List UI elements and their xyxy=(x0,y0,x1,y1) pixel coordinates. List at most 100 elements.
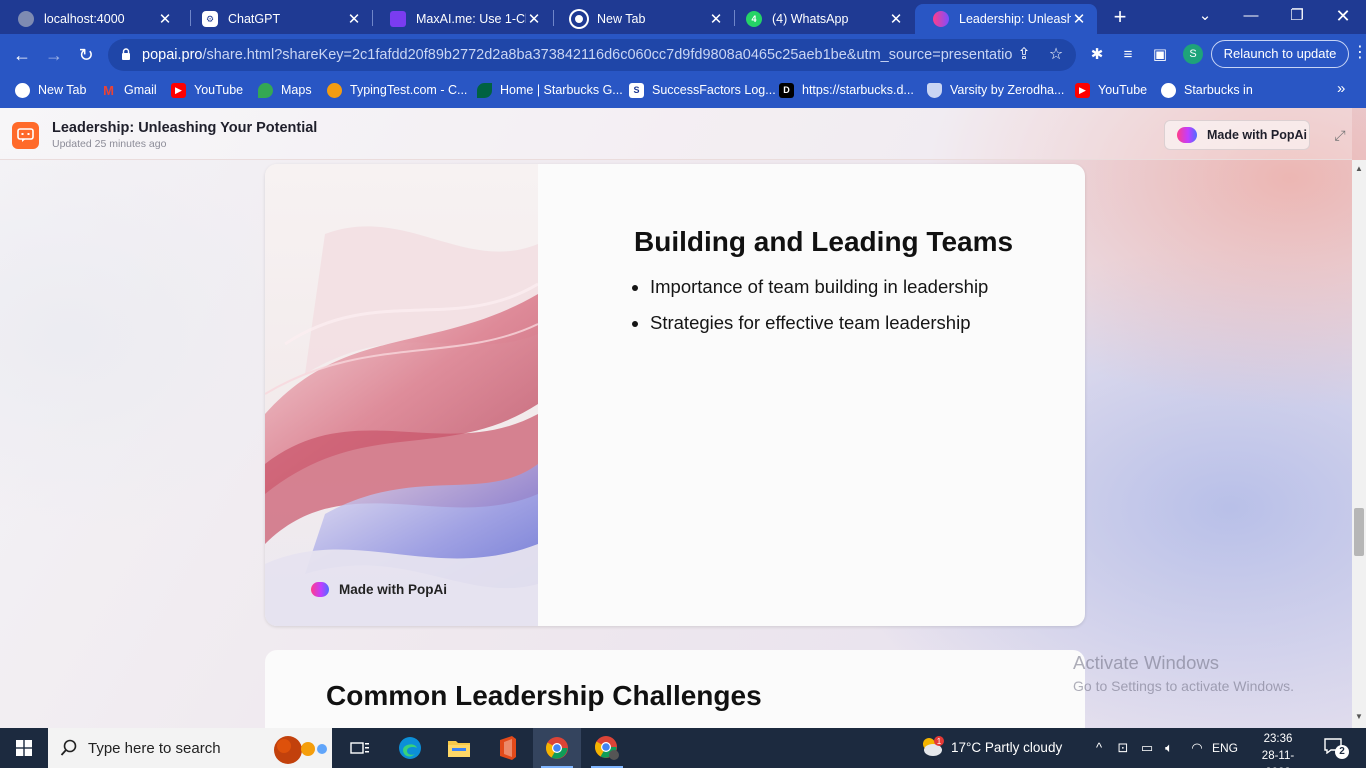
bookmark-starbucks-in[interactable]: Starbucks in xyxy=(1161,76,1253,104)
tab-leadership[interactable]: Leadership: Unleashin ✕ xyxy=(915,4,1097,34)
maps-icon xyxy=(258,82,273,98)
bookmark-youtube-2[interactable]: ▶ YouTube xyxy=(1075,76,1147,104)
menu-kebab-icon[interactable]: ⋮ xyxy=(1352,42,1366,62)
bookmark-varsity[interactable]: Varsity by Zerodha... xyxy=(927,76,1064,104)
successfactors-icon: S xyxy=(629,82,644,98)
profile-avatar[interactable]: S xyxy=(1183,44,1203,64)
bookmark-starbucks-home[interactable]: Home | Starbucks G... xyxy=(477,76,623,104)
weather-cloudy-icon[interactable]: 1 xyxy=(920,736,944,758)
wifi-icon[interactable]: ◠ xyxy=(1188,739,1206,757)
bullet-item: Strategies for effective team leadership xyxy=(650,312,988,334)
chevron-right-icon[interactable]: » xyxy=(1337,80,1345,97)
weather-text[interactable]: 17°C Partly cloudy xyxy=(951,728,1062,768)
volume-icon[interactable]: 🔈︎ xyxy=(1160,739,1178,757)
tab-new-tab[interactable]: New Tab ✕ xyxy=(553,4,734,34)
bookmark-youtube[interactable]: ▶ YouTube xyxy=(171,76,243,104)
bookmark-typingtest[interactable]: TypingTest.com - C... xyxy=(327,76,467,104)
popai-icon xyxy=(933,11,949,27)
made-with-popai-button[interactable]: Made with PopAi xyxy=(1164,120,1310,150)
meet-now-icon[interactable]: ⊡ xyxy=(1114,739,1132,757)
slide-decorative-image: Made with PopAi xyxy=(265,164,538,626)
starbucks-leaf-icon xyxy=(477,82,492,98)
window-close-icon[interactable]: ✕ xyxy=(1320,0,1366,34)
media-controls-icon[interactable]: ≡ xyxy=(1117,44,1139,66)
tab-chatgpt[interactable]: ⚙ ChatGPT ✕ xyxy=(184,4,372,34)
bookmark-gmail[interactable]: M Gmail xyxy=(101,76,157,104)
bookmark-maps[interactable]: Maps xyxy=(258,76,312,104)
close-icon[interactable]: ✕ xyxy=(708,10,724,28)
close-icon[interactable]: ✕ xyxy=(526,10,542,28)
bullet-item: Importance of team building in leadershi… xyxy=(650,276,988,298)
chevron-up-icon[interactable]: ^ xyxy=(1090,739,1108,757)
new-tab-button[interactable]: + xyxy=(1108,4,1132,30)
side-panel-icon[interactable]: ▣ xyxy=(1149,44,1171,66)
extensions-icon[interactable]: ✱ xyxy=(1086,44,1108,66)
tab-localhost[interactable]: localhost:4000 ✕ xyxy=(0,4,183,34)
gmail-icon: M xyxy=(103,82,114,98)
battery-icon[interactable]: ▭ xyxy=(1138,739,1156,757)
page-title: Leadership: Unleashing Your Potential xyxy=(52,120,318,136)
page-header: Leadership: Unleashing Your Potential Up… xyxy=(0,108,1352,160)
close-icon[interactable]: ✕ xyxy=(888,10,904,28)
chrome-icon[interactable] xyxy=(533,728,581,768)
scrollbar[interactable]: ▲ ▼ xyxy=(1352,160,1366,728)
close-icon[interactable]: ✕ xyxy=(346,10,362,28)
starbucks-icon xyxy=(1161,82,1176,98)
relaunch-button[interactable]: Relaunch to update xyxy=(1211,40,1349,68)
slide-title: Building and Leading Teams xyxy=(634,226,1014,257)
whatsapp-icon: 4 xyxy=(746,11,762,27)
scroll-down-icon[interactable]: ▼ xyxy=(1355,712,1363,721)
task-view-icon[interactable] xyxy=(336,728,384,768)
forward-arrow-icon[interactable]: → xyxy=(41,42,67,68)
edge-icon[interactable] xyxy=(386,728,434,768)
tab-maxai[interactable]: MaxAI.me: Use 1-Click ✕ xyxy=(372,4,552,34)
close-icon[interactable]: ✕ xyxy=(1071,10,1087,28)
close-icon[interactable]: ✕ xyxy=(157,10,173,28)
tab-strip: localhost:4000 ✕ ⚙ ChatGPT ✕ MaxAI.me: U… xyxy=(0,0,1366,34)
next-slide-card: Common Leadership Challenges xyxy=(265,650,1085,728)
file-explorer-icon[interactable] xyxy=(435,728,483,768)
page-viewport: Leadership: Unleashing Your Potential Up… xyxy=(0,108,1366,728)
shield-icon xyxy=(927,82,942,98)
globe-icon xyxy=(18,11,34,27)
youtube-icon: ▶ xyxy=(1075,82,1090,98)
browser-toolbar: ← → ↻ popai.pro/share.html?shareKey=2c1f… xyxy=(0,34,1366,76)
tab-search-icon[interactable]: ⌄ xyxy=(1182,0,1228,34)
bookmark-star-icon[interactable]: ☆ xyxy=(1046,45,1066,65)
fullscreen-expand-icon[interactable]: ⤢ xyxy=(1331,126,1349,144)
scrollbar-thumb[interactable] xyxy=(1354,507,1364,556)
scroll-up-icon[interactable]: ▲ xyxy=(1355,164,1363,173)
search-icon xyxy=(60,739,77,756)
windows-start-icon[interactable] xyxy=(0,728,48,768)
minimize-icon[interactable]: — xyxy=(1228,0,1274,34)
restore-icon[interactable]: ❐ xyxy=(1274,0,1320,34)
popai-icon xyxy=(1177,127,1197,143)
system-clock[interactable]: 23:36 28-11-2023 xyxy=(1252,731,1304,768)
d-icon: D xyxy=(779,82,794,98)
bookmark-starbucks-d[interactable]: Dhttps://starbucks.d... xyxy=(779,76,914,104)
tab-whatsapp[interactable]: 4 (4) WhatsApp ✕ xyxy=(728,4,914,34)
bookmark-successfactors[interactable]: S SuccessFactors Log... xyxy=(629,76,776,104)
made-with-popai-badge: Made with PopAi xyxy=(311,582,447,597)
bookmark-new-tab[interactable]: New Tab xyxy=(15,76,86,104)
url-text: popai.pro/share.html?shareKey=2c1fafdd20… xyxy=(142,47,1012,63)
bookmarks-bar: New Tab M Gmail ▶ YouTube Maps TypingTest.… xyxy=(0,76,1366,108)
chatgpt-icon: ⚙ xyxy=(202,11,218,27)
globe-icon xyxy=(15,82,30,98)
chrome-icon xyxy=(571,11,587,27)
activate-windows-watermark: Activate Windows Go to Settings to activ… xyxy=(1073,652,1294,694)
chrome-profile-icon[interactable] xyxy=(583,728,631,768)
back-arrow-icon[interactable]: ← xyxy=(9,42,35,68)
next-slide-title: Common Leadership Challenges xyxy=(326,680,762,711)
slide-bullet-list: Importance of team building in leadershi… xyxy=(650,276,988,348)
language-indicator[interactable]: ENG xyxy=(1212,728,1238,768)
share-icon[interactable]: ⇪ xyxy=(1014,45,1034,65)
updated-timestamp: Updated 25 minutes ago xyxy=(52,138,167,150)
notifications-icon[interactable]: 2 xyxy=(1324,738,1349,759)
reload-icon[interactable]: ↻ xyxy=(73,42,99,68)
windows-taskbar: Type here to search 1 17°C Partly cloudy… xyxy=(0,728,1366,768)
popai-logo-icon[interactable] xyxy=(12,122,39,149)
svg-text:1: 1 xyxy=(937,737,942,746)
address-bar[interactable]: popai.pro/share.html?shareKey=2c1fafdd20… xyxy=(108,39,1076,71)
office-icon[interactable] xyxy=(484,728,532,768)
